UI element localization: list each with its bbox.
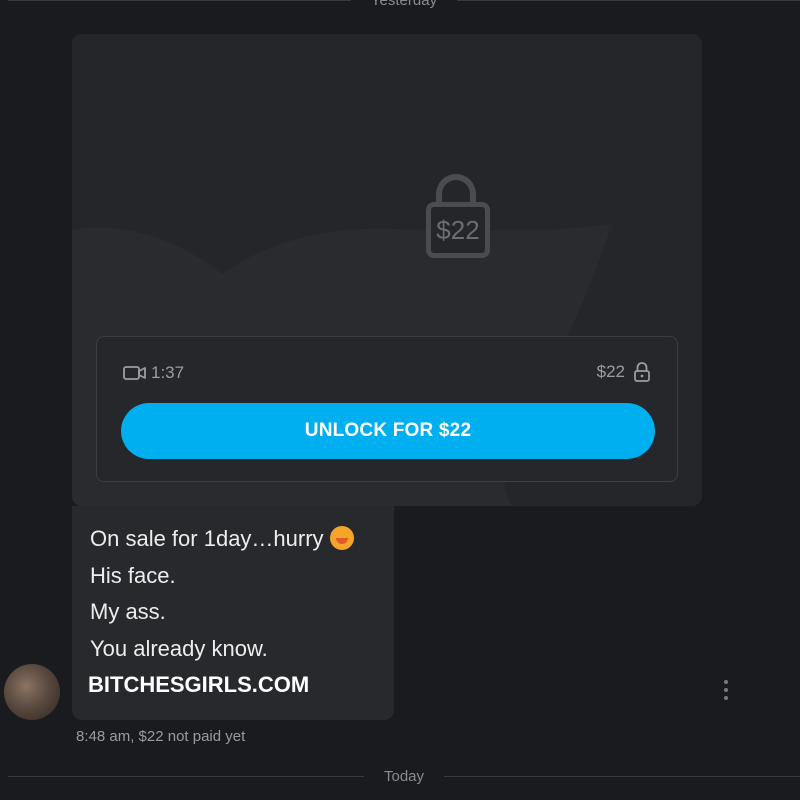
price-text: $22 <box>596 362 625 381</box>
divider-line <box>8 0 351 1</box>
locked-price: $22 <box>426 202 490 258</box>
price-info: $22 <box>597 361 651 383</box>
emoji-icon <box>329 526 354 550</box>
message-meta: 8:48 am, $22 not paid yet <box>76 728 246 745</box>
small-lock-icon <box>634 362 650 382</box>
message-line-text: On sale for 1day…hurry <box>90 526 324 551</box>
video-duration: 1:37 <box>123 363 184 383</box>
unlock-panel: 1:37 $22 UNLOCK FOR $22 <box>96 336 678 482</box>
date-label: Yesterday <box>370 0 438 9</box>
avatar[interactable] <box>4 664 60 720</box>
watermark-text: BITCHESGIRLS.COM <box>88 672 310 697</box>
message-line: His face. <box>90 563 176 588</box>
duration-text: 1:37 <box>151 363 185 382</box>
video-icon <box>123 366 146 380</box>
date-divider-today: Today <box>0 766 800 786</box>
date-label: Today <box>383 767 425 785</box>
unlock-button[interactable]: UNLOCK FOR $22 <box>121 403 655 459</box>
divider-line <box>444 775 800 777</box>
message-line: On sale for 1day…hurry <box>90 526 354 552</box>
divider-line <box>8 775 364 777</box>
divider-line <box>457 0 800 1</box>
message-line: My ass. <box>90 599 166 624</box>
more-options-icon[interactable] <box>718 680 734 700</box>
message-line: You already know. <box>90 636 268 661</box>
date-divider-yesterday: Yesterday <box>0 0 800 10</box>
lock-icon: $22 <box>424 174 492 260</box>
